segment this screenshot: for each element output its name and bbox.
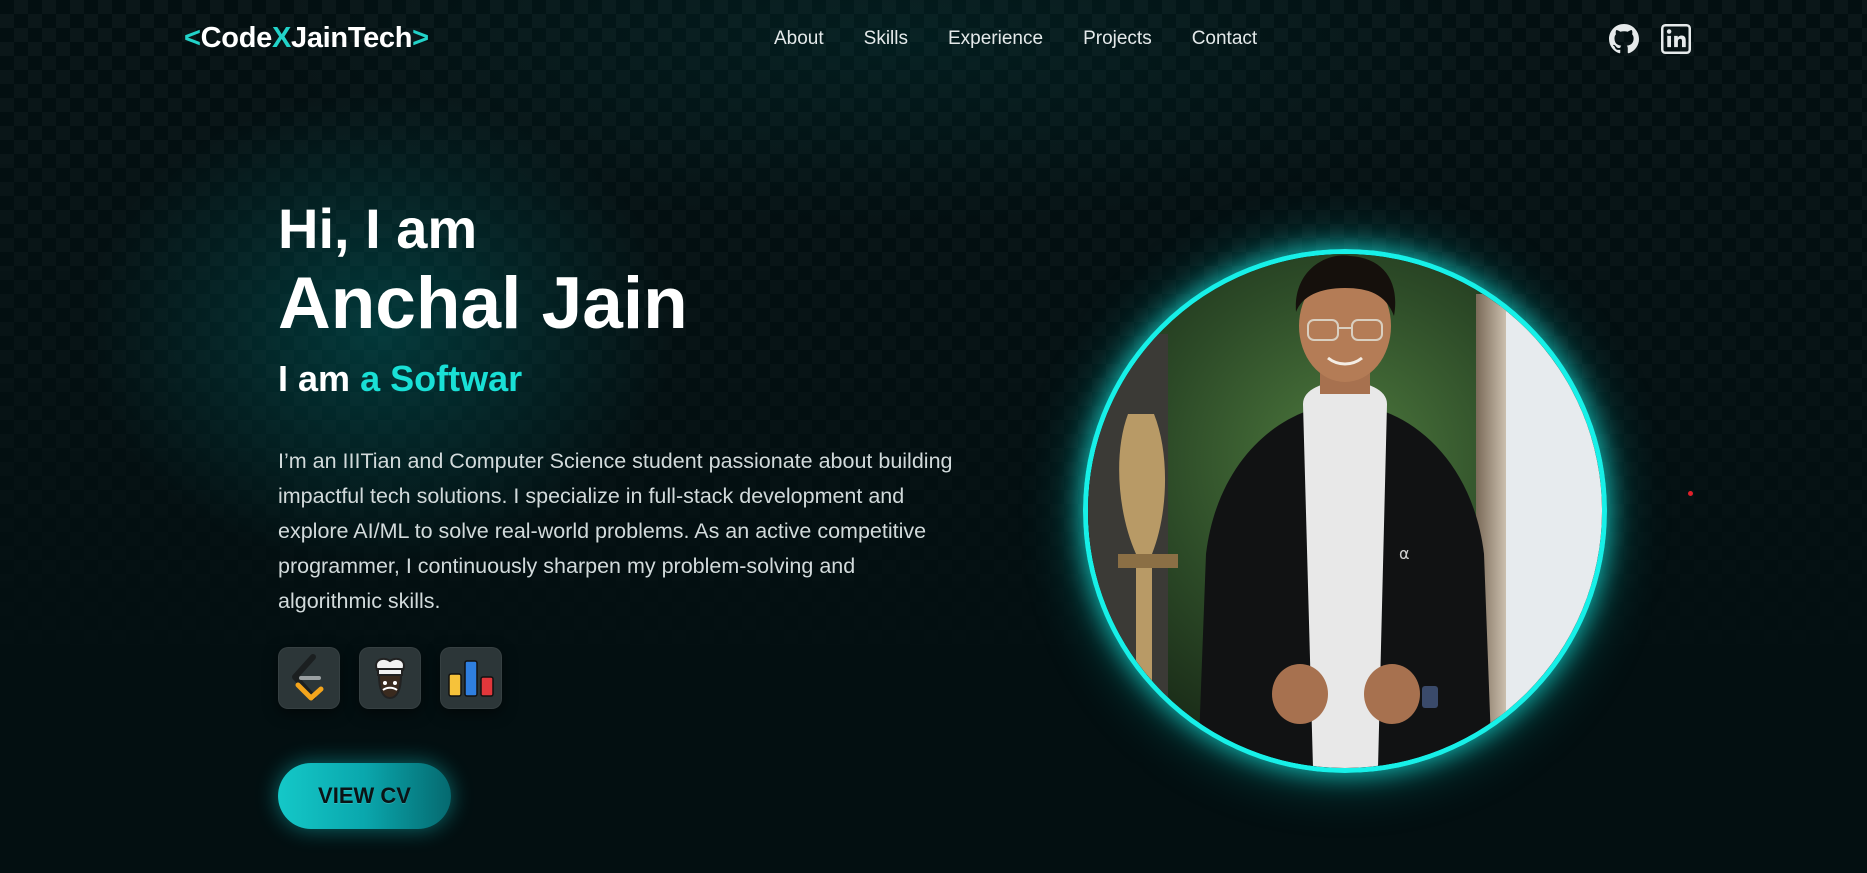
codeforces-button[interactable]	[440, 647, 502, 709]
logo-code: Code	[200, 22, 273, 54]
profile-photo-image: α	[1088, 254, 1602, 768]
codeforces-icon	[448, 660, 494, 697]
hero-name: Anchal Jain	[278, 263, 688, 344]
codechef-icon	[375, 657, 405, 700]
greeting: Hi, I am	[278, 197, 478, 260]
role-line: I am a Softwar	[278, 358, 958, 400]
profile-photo: α	[1083, 249, 1607, 773]
nav-skills[interactable]: Skills	[864, 28, 908, 50]
nav-experience[interactable]: Experience	[948, 28, 1043, 50]
github-icon[interactable]	[1609, 24, 1639, 54]
main-nav: About Skills Experience Projects Contact	[774, 28, 1257, 50]
codechef-button[interactable]	[359, 647, 421, 709]
logo-close-bracket: >	[412, 22, 429, 54]
logo-x: X	[271, 22, 291, 54]
svg-text:α: α	[1399, 544, 1410, 563]
logo-open-bracket: <	[184, 22, 201, 54]
leetcode-icon	[292, 654, 324, 701]
cursor-dot	[1688, 491, 1693, 496]
view-cv-button[interactable]: VIEW CV	[278, 763, 451, 829]
nav-projects[interactable]: Projects	[1083, 28, 1152, 50]
role-typed: a Softwar	[360, 358, 523, 399]
role-prefix: I am	[278, 358, 351, 399]
linkedin-icon[interactable]	[1661, 24, 1691, 54]
social-links	[1609, 24, 1691, 54]
leetcode-button[interactable]	[278, 647, 340, 709]
bio-text: I’m an IIITian and Computer Science stud…	[278, 449, 953, 613]
site-logo[interactable]: <CodeXJainTech>	[184, 22, 429, 55]
nav-contact[interactable]: Contact	[1192, 28, 1257, 50]
hero-section: Hi, I am Anchal Jain I am a Softwar I’m …	[278, 196, 958, 829]
nav-about[interactable]: About	[774, 28, 824, 50]
profile-links	[278, 647, 958, 709]
logo-jaintech: JainTech	[291, 22, 413, 54]
